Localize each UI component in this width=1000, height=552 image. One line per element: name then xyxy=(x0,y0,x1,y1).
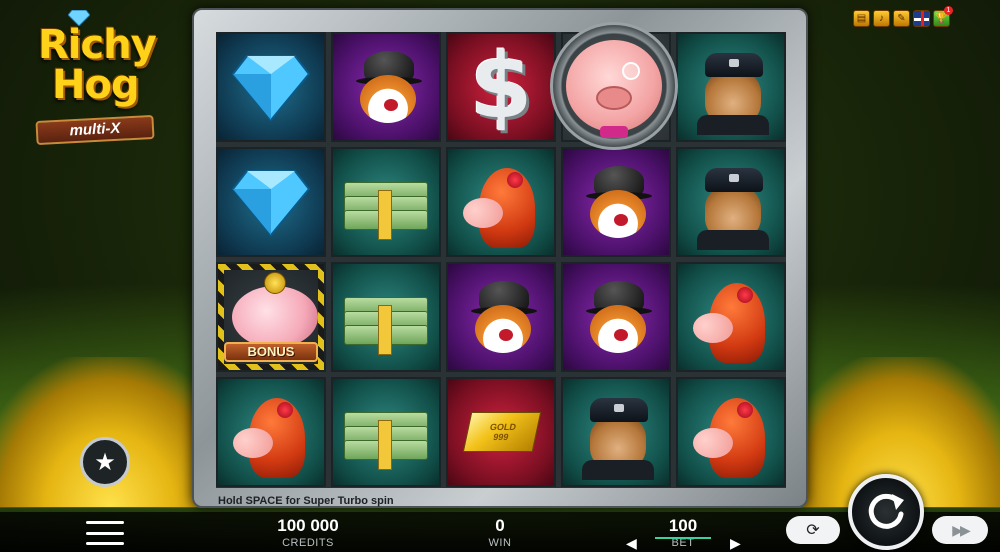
logo-ribbon-multix: multi-X xyxy=(35,114,155,146)
turbo-button[interactable]: ▶▶ xyxy=(932,516,988,544)
monocle-icon xyxy=(622,62,640,80)
settings-icon[interactable]: ✎ xyxy=(893,10,910,27)
gold-bar-text-1: GOLD xyxy=(489,422,518,432)
credits-display: 100 000 CREDITS xyxy=(260,516,356,549)
fast-forward-icon: ▶▶ xyxy=(952,521,970,538)
piggy-bank-icon xyxy=(232,286,318,348)
symbol-dollar: $ xyxy=(446,32,556,142)
symbol-bulldog-cop xyxy=(561,377,671,487)
symbol-cash-stack xyxy=(331,147,441,257)
symbol-lady-pig xyxy=(216,377,326,487)
dollar-sign-icon: $ xyxy=(469,34,533,139)
menu-button[interactable] xyxy=(86,521,124,545)
symbol-fox-bowler xyxy=(446,262,556,372)
top-toolbar: ▤ ♪ ✎ 🏆 1 xyxy=(853,6,953,27)
hamburger-icon-line xyxy=(86,542,124,545)
bet-decrease-button[interactable]: ◀ xyxy=(626,535,637,552)
rose-icon xyxy=(737,402,753,418)
trophy-badge: 1 xyxy=(944,6,953,15)
win-display: 0 WIN xyxy=(470,516,530,549)
symbol-lady-pig xyxy=(676,262,786,372)
symbol-cash-stack xyxy=(331,262,441,372)
bet-underline xyxy=(655,537,711,539)
symbol-bonus-piggy: BONUS xyxy=(216,262,326,372)
sound-icon[interactable]: ♪ xyxy=(873,10,890,27)
paytable-icon[interactable]: ▤ xyxy=(853,10,870,27)
police-cap-icon xyxy=(590,398,648,422)
symbol-fox-bowler xyxy=(561,262,671,372)
favorite-star-button[interactable]: ★ xyxy=(80,437,130,487)
logo-word-hog: Hog xyxy=(52,62,140,108)
symbol-cash-stack xyxy=(331,377,441,487)
autoplay-button[interactable]: ⟳ xyxy=(786,516,840,544)
star-icon: ★ xyxy=(94,448,116,476)
credits-label: CREDITS xyxy=(282,537,334,549)
bet-value: 100 xyxy=(668,516,698,535)
reel-frame: $ BONUS GOLD 999 Hold SPACE for Super Tu… xyxy=(192,8,808,508)
symbol-lady-pig xyxy=(446,147,556,257)
bow-tie-icon xyxy=(600,126,628,138)
win-label: WIN xyxy=(488,537,512,549)
spin-button[interactable] xyxy=(848,474,924,550)
gold-bar-text-2: 999 xyxy=(492,432,510,442)
police-cap-icon xyxy=(705,53,763,77)
bonus-label: BONUS xyxy=(224,342,318,362)
rose-icon xyxy=(507,172,523,188)
game-logo: Richy Hog multi-X xyxy=(30,8,170,146)
language-flag-icon[interactable] xyxy=(913,10,930,27)
gold-bar-icon: GOLD 999 xyxy=(459,402,543,462)
super-turbo-hint: Hold SPACE for Super Turbo spin xyxy=(218,495,394,507)
autoplay-icon: ⟳ xyxy=(806,522,820,539)
symbol-pig-boss xyxy=(550,22,678,150)
cash-stack-icon xyxy=(344,182,428,242)
symbol-fox-bowler xyxy=(331,32,441,142)
coin-icon xyxy=(264,272,286,294)
spin-arrow-icon xyxy=(868,493,904,529)
symbol-bulldog-cop xyxy=(676,32,786,142)
symbol-diamond xyxy=(216,32,326,142)
win-value: 0 xyxy=(495,516,505,535)
symbol-gold-bar: GOLD 999 xyxy=(446,377,556,487)
diamond-icon xyxy=(231,55,311,122)
trophy-icon[interactable]: 🏆 1 xyxy=(933,6,953,27)
police-cap-icon xyxy=(705,168,763,192)
hamburger-icon-line xyxy=(86,531,124,535)
rose-icon xyxy=(277,402,293,418)
reel-grid[interactable]: $ BONUS GOLD 999 xyxy=(216,32,786,488)
pig-boss-icon xyxy=(566,40,662,138)
bet-display: 100 BET xyxy=(648,516,718,549)
symbol-fox-bowler xyxy=(561,147,671,257)
hamburger-icon-line xyxy=(86,521,124,524)
cash-stack-icon xyxy=(344,297,428,357)
symbol-lady-pig xyxy=(676,377,786,487)
cash-stack-icon xyxy=(344,412,428,472)
symbol-bulldog-cop xyxy=(676,147,786,257)
bet-increase-button[interactable]: ▶ xyxy=(730,535,741,552)
credits-value: 100 000 xyxy=(277,516,339,535)
diamond-icon xyxy=(231,170,311,237)
rose-icon xyxy=(737,287,753,303)
symbol-diamond xyxy=(216,147,326,257)
